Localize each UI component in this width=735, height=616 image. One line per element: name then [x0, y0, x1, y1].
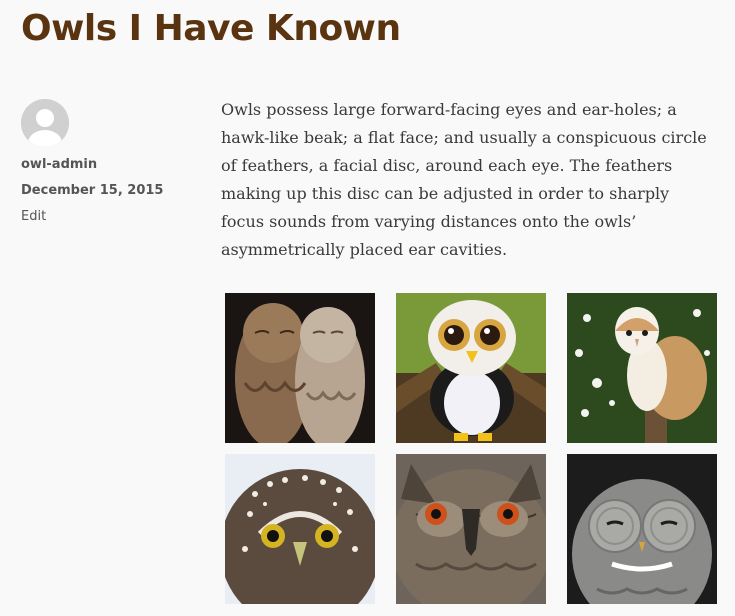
author-avatar[interactable] — [21, 99, 69, 147]
plush-owl-toy-photo[interactable] — [396, 293, 546, 443]
post-title: Owls I Have Known — [21, 8, 401, 49]
post-body-text: Owls possess large forward-facing eyes a… — [221, 100, 707, 259]
great-grey-owl-closeup-photo[interactable] — [567, 454, 717, 604]
author-link[interactable]: owl-admin — [21, 157, 191, 172]
default-user-icon — [21, 99, 69, 147]
tawny-owls-pair-photo[interactable] — [225, 293, 375, 443]
pygmy-owl-closeup-photo[interactable] — [225, 454, 375, 604]
post-meta: owl-admin December 15, 2015 Edit — [21, 99, 191, 224]
edit-post-link[interactable]: Edit — [21, 209, 191, 224]
barn-owl-on-post-photo[interactable] — [567, 293, 717, 443]
eagle-owl-closeup-photo[interactable] — [396, 454, 546, 604]
post-date-link[interactable]: December 15, 2015 — [21, 183, 191, 198]
